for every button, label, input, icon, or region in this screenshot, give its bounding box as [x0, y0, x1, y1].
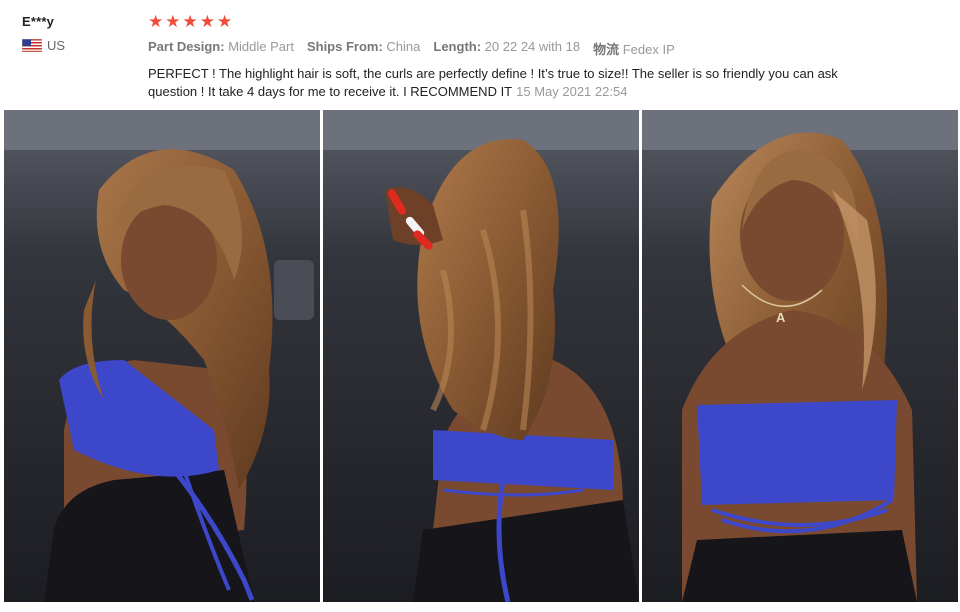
country-code: US: [47, 38, 66, 53]
review-photo-2[interactable]: [323, 110, 639, 602]
attribute-length: Length: 20 22 24 with 18: [433, 39, 581, 54]
review-photo-3[interactable]: A: [642, 110, 958, 602]
star-icon: ★: [148, 12, 164, 31]
review-content: ★ ★ ★ ★ ★ Part Design: Middle Part Ships…: [148, 12, 948, 101]
review-photos: A: [4, 110, 958, 602]
us-flag-icon: [22, 39, 42, 52]
star-rating: ★ ★ ★ ★ ★: [148, 12, 948, 32]
review-date: 15 May 2021 22:54: [516, 84, 628, 99]
attribute-logistics: 物流 Fedex IP: [593, 42, 675, 57]
review-photo-1[interactable]: [4, 110, 320, 602]
reviewer-country: US: [22, 38, 132, 53]
star-icon: ★: [217, 12, 233, 31]
review-text: PERFECT ! The highlight hair is soft, th…: [148, 65, 868, 101]
product-attributes: Part Design: Middle Part Ships From: Chi…: [148, 39, 948, 58]
necklace-letter: A: [776, 310, 786, 325]
attribute-part-design: Part Design: Middle Part: [148, 39, 294, 54]
reviewer-info: E***y US: [22, 14, 132, 53]
star-icon: ★: [199, 12, 215, 31]
star-icon: ★: [182, 12, 198, 31]
reviewer-name: E***y: [22, 14, 55, 29]
star-icon: ★: [165, 12, 181, 31]
review-body: PERFECT ! The highlight hair is soft, th…: [148, 66, 838, 99]
attribute-ships-from: Ships From: China: [306, 39, 421, 54]
